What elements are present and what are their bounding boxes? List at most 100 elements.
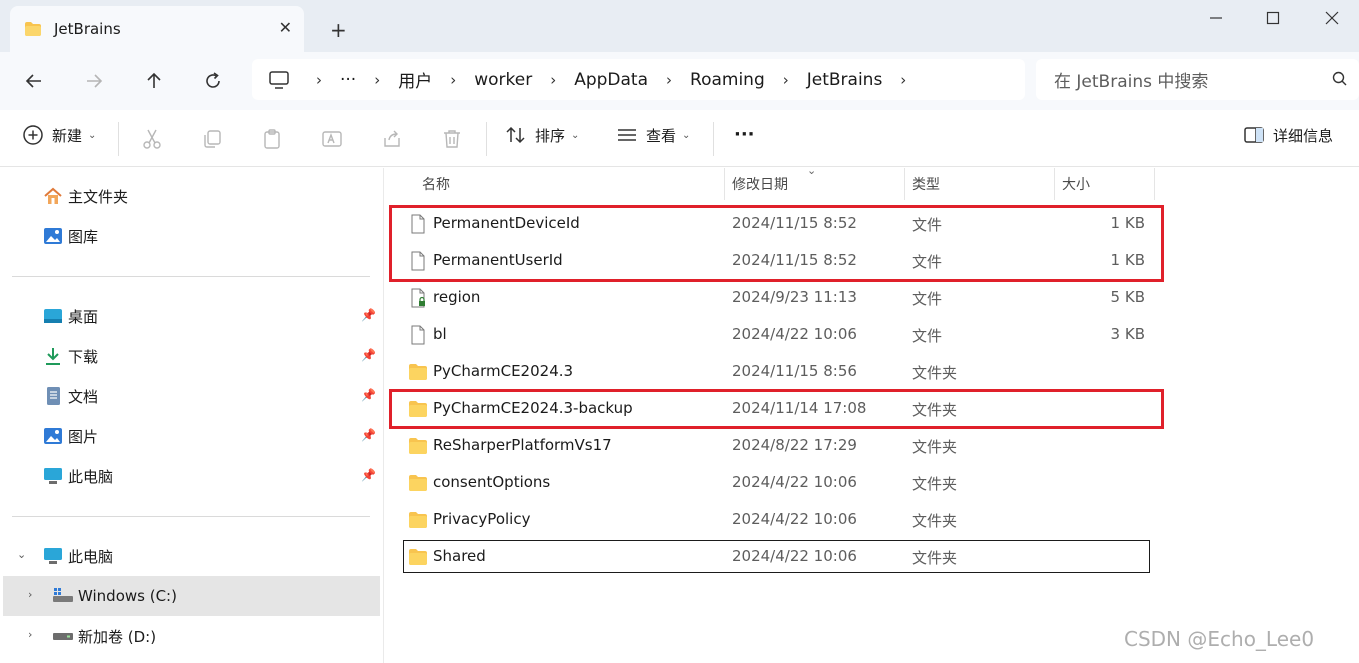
pin-icon[interactable]: 📌 — [361, 388, 376, 402]
new-button[interactable]: 新建 ⌄ — [22, 124, 96, 146]
search-icon[interactable] — [1331, 70, 1349, 88]
paste-icon[interactable] — [261, 128, 283, 150]
sort-indicator-icon: ⌄ — [807, 164, 817, 177]
file-name: ReSharperPlatformVs17 — [433, 436, 612, 454]
close-tab-icon[interactable]: ✕ — [279, 18, 292, 37]
sidebar-label: 下载 — [68, 347, 99, 366]
sidebar-item-drive-c[interactable]: Windows (C:) — [52, 576, 177, 616]
sidebar-item-gallery[interactable]: 图库 — [42, 216, 98, 256]
pictures-icon — [42, 425, 64, 447]
watermark: CSDN @Echo_Lee0 — [1124, 627, 1315, 651]
view-label: 查看 — [646, 126, 677, 145]
pin-icon[interactable]: 📌 — [361, 468, 376, 482]
column-header-name[interactable]: 名称 — [422, 168, 450, 200]
pin-icon[interactable]: 📌 — [361, 308, 376, 322]
close-window-icon[interactable] — [1322, 8, 1342, 28]
column-label: 修改日期 — [732, 177, 788, 193]
breadcrumb-overflow[interactable]: ··· — [340, 70, 356, 90]
file-type: 文件夹 — [912, 438, 958, 456]
sidebar-label: Windows (C:) — [78, 587, 177, 605]
file-date: 2024/9/23 11:13 — [732, 288, 857, 306]
chevron-right-icon[interactable]: › — [28, 628, 32, 641]
sort-button[interactable]: 排序 ⌄ — [505, 124, 579, 146]
new-label: 新建 — [52, 126, 83, 145]
tab-jetbrains[interactable]: JetBrains ✕ — [10, 6, 304, 52]
file-size: 3 KB — [1110, 325, 1145, 343]
column-divider[interactable] — [904, 168, 905, 200]
column-divider[interactable] — [1154, 168, 1155, 200]
pane-splitter[interactable] — [383, 168, 384, 663]
focus-rectangle — [403, 540, 1150, 573]
chevron-right-icon: › — [374, 70, 381, 89]
back-icon[interactable] — [20, 67, 48, 95]
sidebar-label: 主文件夹 — [68, 187, 129, 206]
file-date: 2024/4/22 10:06 — [732, 473, 857, 491]
forward-icon[interactable] — [80, 67, 108, 95]
refresh-icon[interactable] — [199, 67, 227, 95]
view-button[interactable]: 查看 ⌄ — [616, 124, 690, 146]
sidebar-item-this-pc-pinned[interactable]: 此电脑 — [42, 456, 113, 496]
sidebar-item-home[interactable]: 主文件夹 — [42, 176, 128, 216]
file-row[interactable]: PrivacyPolicy 2024/4/22 10:06 文件夹 — [386, 501, 1359, 538]
copy-icon[interactable] — [201, 128, 223, 150]
new-tab-icon[interactable]: + — [330, 18, 347, 42]
chevron-down-icon[interactable]: ⌄ — [17, 548, 26, 561]
chevron-right-icon: › — [550, 70, 557, 89]
share-icon[interactable] — [381, 128, 403, 150]
sidebar-label: 图片 — [68, 427, 99, 446]
details-pane-button[interactable]: 详细信息 — [1243, 124, 1333, 146]
computer-icon — [42, 545, 64, 567]
folder-icon — [408, 362, 428, 382]
sidebar-item-desktop[interactable]: 桌面 — [42, 296, 98, 336]
column-divider[interactable] — [724, 168, 725, 200]
minimize-icon[interactable] — [1206, 8, 1226, 28]
folder-icon — [408, 436, 428, 456]
chevron-right-icon[interactable]: › — [28, 588, 32, 601]
breadcrumb-roaming[interactable]: Roaming — [690, 70, 765, 90]
search-input[interactable]: 在 JetBrains 中搜索 — [1036, 59, 1359, 100]
sidebar-item-downloads[interactable]: 下载 — [42, 336, 98, 376]
details-label: 详细信息 — [1273, 126, 1334, 145]
column-header-date[interactable]: 修改日期 — [732, 168, 788, 200]
delete-icon[interactable] — [441, 128, 463, 150]
pin-icon[interactable]: 📌 — [361, 428, 376, 442]
chevron-right-icon: › — [666, 70, 673, 89]
file-row[interactable]: bl 2024/4/22 10:06 文件 3 KB — [386, 316, 1359, 353]
sidebar-item-pictures[interactable]: 图片 — [42, 416, 98, 456]
file-row[interactable]: PyCharmCE2024.3 2024/11/15 8:56 文件夹 — [386, 353, 1359, 390]
details-pane-icon — [1244, 127, 1264, 143]
column-header-size[interactable]: 大小 — [1062, 168, 1090, 200]
file-list: 名称 修改日期 ⌄ 类型 大小 PermanentDeviceId 2024/11… — [386, 164, 1359, 663]
sidebar-label: 此电脑 — [68, 547, 114, 566]
column-divider[interactable] — [1054, 168, 1055, 200]
address-bar[interactable]: › ··· › 用户 › worker › AppData › Roaming … — [252, 59, 1025, 100]
maximize-icon[interactable] — [1263, 8, 1283, 28]
sidebar-label: 图库 — [68, 227, 99, 246]
chevron-right-icon[interactable]: › — [900, 71, 906, 89]
file-type: 文件 — [912, 290, 943, 308]
chevron-right-icon: › — [782, 70, 789, 89]
file-row[interactable]: consentOptions 2024/4/22 10:06 文件夹 — [386, 464, 1359, 501]
file-type: 文件夹 — [912, 512, 958, 530]
sidebar-label: 此电脑 — [68, 467, 114, 486]
breadcrumb-appdata[interactable]: AppData — [574, 70, 648, 90]
up-icon[interactable] — [140, 67, 168, 95]
sidebar-item-this-pc[interactable]: 此电脑 — [42, 536, 113, 576]
pin-icon[interactable]: 📌 — [361, 348, 376, 362]
drive-icon — [52, 625, 74, 647]
rename-icon[interactable] — [321, 128, 343, 150]
file-name: consentOptions — [433, 473, 551, 491]
sidebar-item-documents[interactable]: 文档 — [42, 376, 98, 416]
sidebar-item-drive-d[interactable]: 新加卷 (D:) — [52, 616, 156, 656]
cut-icon[interactable] — [141, 128, 163, 150]
breadcrumb-jetbrains[interactable]: JetBrains — [807, 70, 883, 90]
file-row[interactable]: region 2024/9/23 11:13 文件 5 KB — [386, 279, 1359, 316]
column-header-type[interactable]: 类型 — [912, 168, 940, 200]
column-label: 名称 — [422, 177, 450, 193]
sort-label: 排序 — [535, 126, 566, 145]
more-options-button[interactable]: ··· — [734, 124, 755, 145]
file-row[interactable]: ReSharperPlatformVs17 2024/8/22 17:29 文件夹 — [386, 427, 1359, 464]
breadcrumb-users[interactable]: 用户 — [398, 67, 432, 92]
gallery-icon — [42, 225, 64, 247]
breadcrumb-worker[interactable]: worker — [474, 70, 532, 90]
